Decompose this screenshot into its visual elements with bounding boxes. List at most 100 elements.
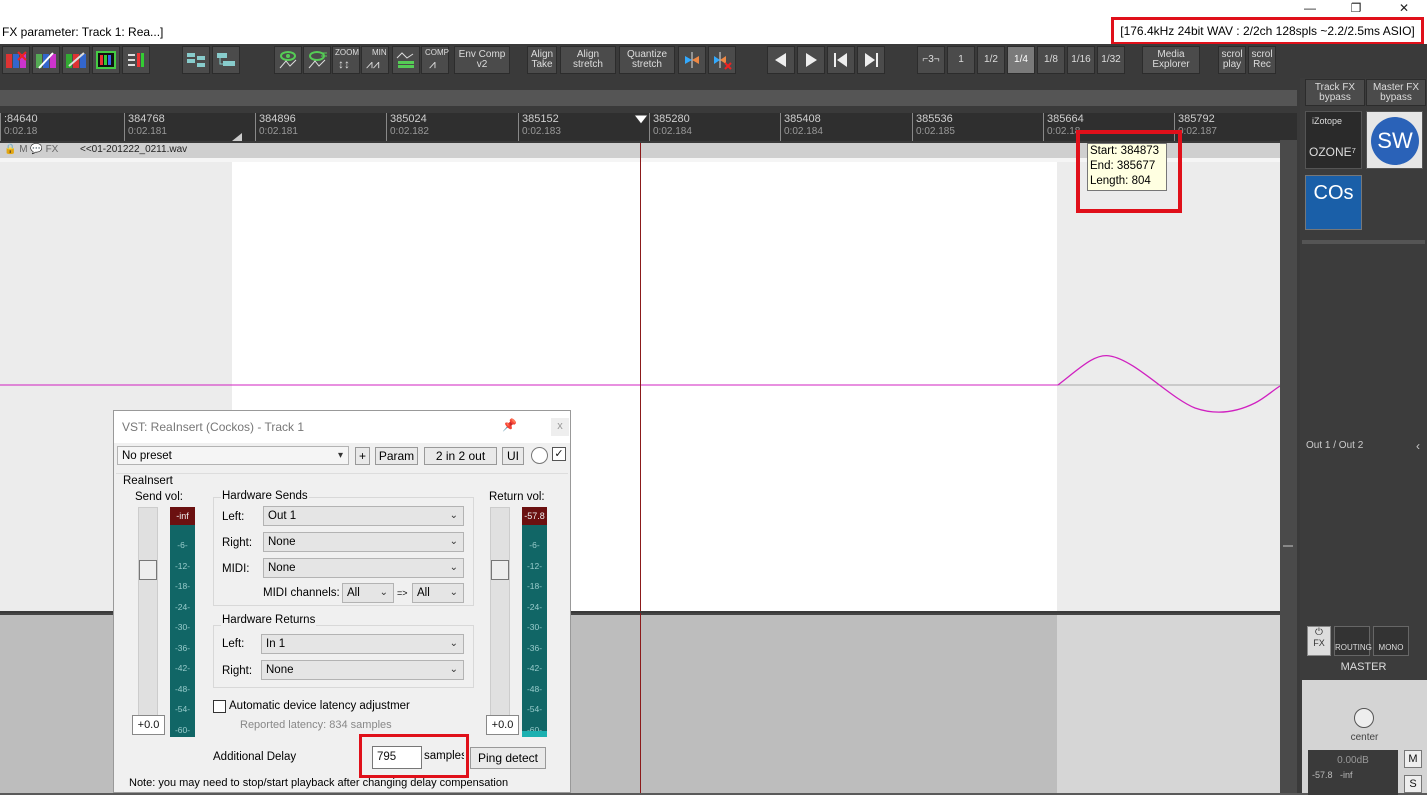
stretch-marker-delete-icon[interactable] [708, 46, 736, 74]
send-vol-input[interactable]: +0.0 [132, 715, 165, 735]
min-envelope-button[interactable]: MIN ⩘⩘ [361, 46, 389, 74]
envelope-show-icon[interactable] [274, 46, 302, 74]
sw-plugin-button[interactable]: SW [1366, 111, 1423, 169]
ping-detect-button[interactable]: Ping detect [470, 747, 546, 769]
loop-start-marker-icon[interactable] [232, 133, 242, 141]
master-mono-button[interactable]: MONO [1373, 626, 1409, 656]
send-meter: -inf -6- -12- -18- -24- -30- -36- -42- -48- -54-… [170, 507, 195, 737]
quantize-stretch-button[interactable]: Quantize stretch [619, 46, 675, 74]
ruler-time: 0:02.185 [916, 126, 955, 137]
stretch-marker-add-icon[interactable] [678, 46, 706, 74]
playhead-marker-icon[interactable] [633, 114, 649, 126]
send-midi-dropdown[interactable]: None ⌄ [263, 558, 464, 578]
ruler-pos: 384896 [259, 113, 296, 125]
ruler-time: 0:02.182 [390, 126, 429, 137]
send-left-dropdown[interactable]: Out 1 ⌄ [263, 506, 464, 526]
add-preset-button[interactable]: + [355, 447, 370, 465]
return-right-dropdown[interactable]: None ⌄ [261, 660, 464, 680]
close-button[interactable]: ✕ [1390, 2, 1418, 16]
midi-channel-from-dropdown[interactable]: All ⌄ [342, 583, 394, 603]
return-vol-input[interactable]: +0.0 [486, 715, 519, 735]
return-left-label: Left: [222, 638, 245, 650]
minimize-button[interactable]: — [1296, 2, 1324, 16]
color-picker-icon[interactable] [92, 46, 120, 74]
grid-triplet-button[interactable]: ⌐3¬ [917, 46, 945, 74]
pan-knob[interactable] [1354, 708, 1374, 728]
playhead-cursor [640, 143, 641, 611]
ruler-time: 0:02.18 [4, 126, 38, 137]
grid-1-2-button[interactable]: 1/2 [977, 46, 1005, 74]
horizontal-scrollbar[interactable] [0, 90, 1297, 106]
prev-grid-icon[interactable] [827, 46, 855, 74]
chevron-left-icon[interactable]: ‹ [1416, 439, 1420, 453]
scroll-rec-button[interactable]: scrol Rec [1248, 46, 1276, 74]
send-right-dropdown[interactable]: None ⌄ [263, 532, 464, 552]
zoom-envelope-button[interactable]: ZOOM ↕↕ [332, 46, 360, 74]
wet-knob[interactable] [531, 447, 548, 464]
master-mute-button[interactable]: M [1404, 750, 1422, 768]
ruler-time: 0:02.181 [128, 126, 167, 137]
additional-delay-input[interactable]: 795 [372, 746, 422, 769]
master-routing-button[interactable]: ROUTING [1334, 626, 1372, 656]
next-grid-icon[interactable] [857, 46, 885, 74]
return-vol-thumb[interactable] [491, 560, 509, 580]
bypass-checkbox[interactable]: ✓ [552, 447, 566, 461]
playhead-cursor-lower [640, 613, 641, 793]
audio-device-info[interactable]: [176.4kHz 24bit WAV : 2/2ch 128spls ~2.2… [1111, 17, 1424, 45]
align-stretch-button[interactable]: Align stretch [560, 46, 616, 74]
auto-latency-label: Automatic device latency adjustmer [229, 700, 410, 712]
comp-envelope-button[interactable]: COMP ⩘ [421, 46, 449, 74]
ozone-plugin-button[interactable]: iZotope OZONE⁷ [1305, 111, 1362, 169]
auto-latency-checkbox[interactable] [213, 700, 226, 713]
grid-1-16-button[interactable]: 1/16 [1067, 46, 1095, 74]
nudge-right-icon[interactable] [797, 46, 825, 74]
hardware-sends-label: Hardware Sends [221, 490, 309, 502]
grid-1-32-button[interactable]: 1/32 [1097, 46, 1125, 74]
ruler-pos: 384768 [128, 113, 165, 125]
midi-channel-to-dropdown[interactable]: All ⌄ [412, 583, 464, 603]
scroll-play-button[interactable]: scrol play [1218, 46, 1246, 74]
grid-1-button[interactable]: 1 [947, 46, 975, 74]
envelope-all-icon[interactable] [303, 46, 331, 74]
send-left-value: Out 1 [268, 510, 297, 522]
master-fx-bypass-button[interactable]: Master FX bypass [1366, 79, 1426, 106]
env-comp-button[interactable]: Env Comp v2 [454, 46, 510, 74]
color-apply-icon[interactable] [122, 46, 150, 74]
nudge-left-icon[interactable] [767, 46, 795, 74]
send-vol-label: Send vol: [135, 491, 183, 503]
color-gradient-icon[interactable] [32, 46, 60, 74]
param-button[interactable]: Param [375, 447, 418, 465]
title-bar: FX parameter: Track 1: Rea...] — ❐ ✕ [17… [0, 0, 1427, 45]
latency-note: Note: you may need to stop/start playbac… [129, 777, 509, 789]
grid-1-4-button[interactable]: 1/4 [1007, 46, 1035, 74]
align-take-button[interactable]: Align Take [527, 46, 557, 74]
item-name: <<01-201222_0211.wav [80, 144, 188, 155]
track-layout-icon[interactable] [182, 46, 210, 74]
preset-dropdown[interactable]: No preset ▾ [117, 446, 349, 465]
master-output[interactable]: Out 1 / Out 2 [1306, 440, 1363, 451]
ruler-pos: 385408 [784, 113, 821, 125]
track-folder-icon[interactable] [212, 46, 240, 74]
reported-latency: Reported latency: 834 samples [240, 719, 392, 731]
io-pins-button[interactable]: 2 in 2 out [424, 447, 497, 465]
cos-plugin-button[interactable]: COs [1305, 175, 1362, 230]
fx-close-button[interactable]: x [551, 418, 569, 436]
color-random-icon[interactable] [2, 46, 30, 74]
envelope-lanes-icon[interactable] [392, 46, 420, 74]
send-vol-slider[interactable] [138, 507, 158, 735]
master-db: 0.00dB [1337, 755, 1369, 766]
master-solo-button[interactable]: S [1404, 775, 1422, 793]
return-vol-slider[interactable] [490, 507, 510, 735]
pin-icon[interactable]: 📌 [502, 418, 517, 432]
master-meter: 0.00dB -57.8 -inf [1308, 750, 1398, 795]
color-items-icon[interactable] [62, 46, 90, 74]
master-fx-button[interactable]: ⏻ FX [1307, 626, 1331, 656]
media-explorer-button[interactable]: Media Explorer [1142, 46, 1200, 74]
ui-button[interactable]: UI [502, 447, 524, 465]
return-left-dropdown[interactable]: In 1 ⌄ [261, 634, 464, 654]
grid-1-8-button[interactable]: 1/8 [1037, 46, 1065, 74]
restore-button[interactable]: ❐ [1342, 2, 1370, 16]
send-vol-thumb[interactable] [139, 560, 157, 580]
track-fx-bypass-button[interactable]: Track FX bypass [1305, 79, 1365, 106]
vertical-scrollbar[interactable] [1280, 140, 1297, 793]
